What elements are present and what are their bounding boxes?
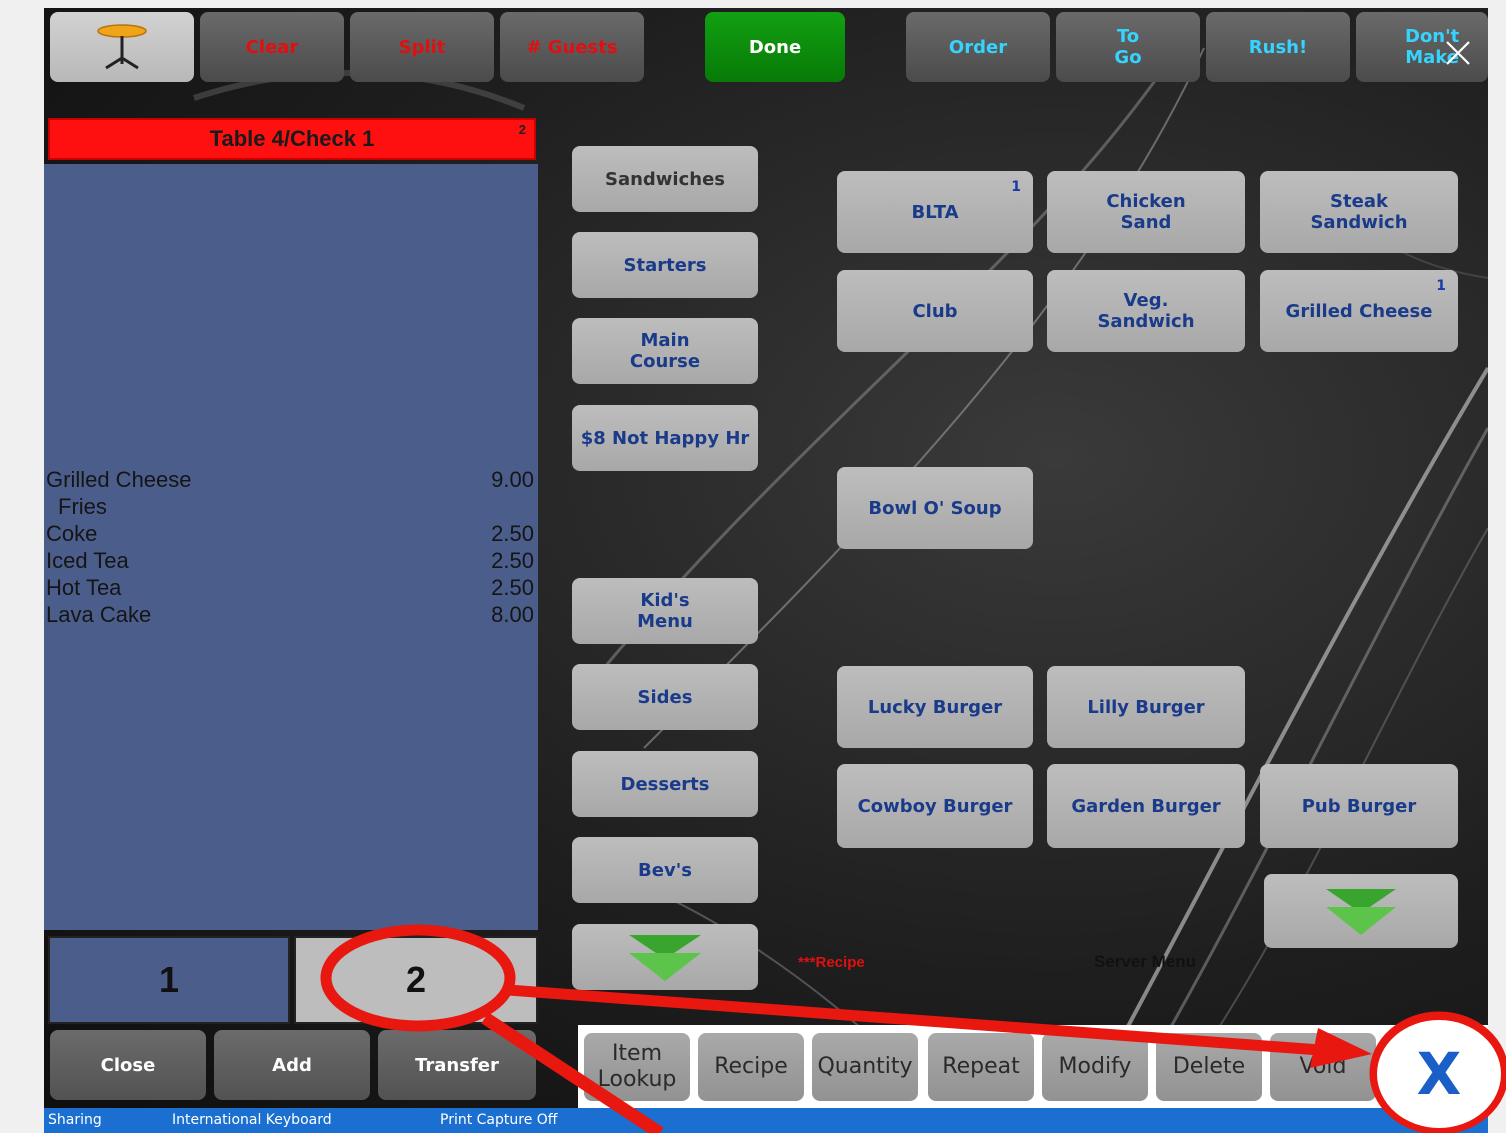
server-menu-label: Server Menu xyxy=(1094,952,1197,971)
modify-button[interactable]: Modify xyxy=(1042,1033,1148,1101)
item-name: Iced Tea xyxy=(46,548,129,573)
menu-item-pub-burger[interactable]: Pub Burger xyxy=(1260,764,1458,848)
category-starters[interactable]: Starters xyxy=(572,232,758,298)
transfer-button[interactable]: Transfer xyxy=(378,1030,536,1100)
clear-button[interactable]: Clear xyxy=(200,12,344,82)
menu-item-grilled-cheese[interactable]: Grilled Cheese 1 xyxy=(1260,270,1458,352)
check-item-list[interactable]: Grilled Cheese 9.00 Fries Coke 2.50 Iced… xyxy=(44,164,538,930)
menu-item-label: Grilled Cheese xyxy=(1285,300,1433,322)
check-item-row[interactable]: Fries xyxy=(46,493,534,520)
order-button[interactable]: Order xyxy=(906,12,1050,82)
repeat-button[interactable]: Repeat xyxy=(928,1033,1034,1101)
menu-item-garden-burger[interactable]: Garden Burger xyxy=(1047,764,1245,848)
bar-stool-icon xyxy=(97,24,147,70)
delete-button[interactable]: Delete xyxy=(1156,1033,1262,1101)
table-button[interactable] xyxy=(50,12,194,82)
check-item-row[interactable]: Iced Tea 2.50 xyxy=(46,547,534,574)
recipe-label: ***Recipe xyxy=(798,954,865,971)
check-items: Grilled Cheese 9.00 Fries Coke 2.50 Iced… xyxy=(46,466,534,628)
item-lookup-button[interactable]: Item Lookup xyxy=(584,1033,690,1101)
menu-item-label: BLTA xyxy=(911,201,959,223)
close-check-button[interactable]: Close xyxy=(50,1030,206,1100)
add-button[interactable]: Add xyxy=(214,1030,370,1100)
item-name: Lava Cake xyxy=(46,602,152,627)
item-price: 2.50 xyxy=(491,548,534,573)
pos-window: Clear Split # Guests Done Order To Go Ru… xyxy=(44,8,1488,1133)
recipe-button[interactable]: Recipe xyxy=(698,1033,804,1101)
item-price: 9.00 xyxy=(491,467,534,492)
item-name: Grilled Cheese xyxy=(46,467,192,492)
split-button[interactable]: Split xyxy=(350,12,494,82)
item-modifier: Fries xyxy=(58,494,107,519)
check-item-row[interactable]: Hot Tea 2.50 xyxy=(46,574,534,601)
category-not-happy-hr[interactable]: $8 Not Happy Hr xyxy=(572,405,758,471)
guest-count: 2 xyxy=(518,122,526,137)
seat-tab-1[interactable]: 1 xyxy=(48,936,290,1024)
expresscheck-logo[interactable]: X xyxy=(1377,1020,1501,1128)
check-title: Table 4/Check 1 xyxy=(209,126,375,151)
menu-item-chicken-sand[interactable]: Chicken Sand xyxy=(1047,171,1245,253)
item-price: 8.00 xyxy=(491,602,534,627)
category-scroll-down-button[interactable] xyxy=(572,924,758,990)
status-bar: Sharing International Keyboard Print Cap… xyxy=(44,1108,1488,1133)
menu-scroll-down-button[interactable] xyxy=(1264,874,1458,948)
item-count-badge: 1 xyxy=(1011,179,1021,195)
check-item-row[interactable]: Coke 2.50 xyxy=(46,520,534,547)
menu-item-bowl-soup[interactable]: Bowl O' Soup xyxy=(837,467,1033,549)
item-name: Coke xyxy=(46,521,98,546)
rush-button[interactable]: Rush! xyxy=(1206,12,1350,82)
menu-item-veg-sandwich[interactable]: Veg. Sandwich xyxy=(1047,270,1245,352)
item-name: Hot Tea xyxy=(46,575,122,600)
check-header: Table 4/Check 1 2 xyxy=(48,118,536,160)
double-chevron-down-icon xyxy=(629,935,701,981)
done-button[interactable]: Done xyxy=(705,12,845,82)
menu-item-lucky-burger[interactable]: Lucky Burger xyxy=(837,666,1033,748)
quantity-button[interactable]: Quantity xyxy=(812,1033,918,1101)
close-icon[interactable] xyxy=(1443,38,1473,68)
x-logo-icon: X xyxy=(1416,1040,1462,1108)
check-item-row[interactable]: Grilled Cheese 9.00 xyxy=(46,466,534,493)
guests-button[interactable]: # Guests xyxy=(500,12,644,82)
menu-item-cowboy-burger[interactable]: Cowboy Burger xyxy=(837,764,1033,848)
menu-item-club[interactable]: Club xyxy=(837,270,1033,352)
category-kids-menu[interactable]: Kid's Menu xyxy=(572,578,758,644)
menu-item-lilly-burger[interactable]: Lilly Burger xyxy=(1047,666,1245,748)
bottom-toolbar: Item Lookup Recipe Quantity Repeat Modif… xyxy=(578,1025,1488,1108)
keyboard-status: International Keyboard xyxy=(172,1112,332,1128)
category-desserts[interactable]: Desserts xyxy=(572,751,758,817)
menu-item-steak-sandwich[interactable]: Steak Sandwich xyxy=(1260,171,1458,253)
category-bevs[interactable]: Bev's xyxy=(572,837,758,903)
menu-item-blta[interactable]: BLTA 1 xyxy=(837,171,1033,253)
check-item-row[interactable]: Lava Cake 8.00 xyxy=(46,601,534,628)
to-go-button[interactable]: To Go xyxy=(1056,12,1200,82)
seat-tab-2[interactable]: 2 xyxy=(294,936,538,1024)
item-price: 2.50 xyxy=(491,575,534,600)
item-price: 2.50 xyxy=(491,521,534,546)
void-button[interactable]: Void xyxy=(1270,1033,1376,1101)
print-capture-status: Print Capture Off xyxy=(440,1112,558,1128)
category-main-course[interactable]: Main Course xyxy=(572,318,758,384)
category-sides[interactable]: Sides xyxy=(572,664,758,730)
double-chevron-down-icon xyxy=(1326,889,1396,935)
sharing-status: Sharing xyxy=(48,1112,102,1128)
category-sandwiches[interactable]: Sandwiches xyxy=(572,146,758,212)
item-count-badge: 1 xyxy=(1436,278,1446,294)
